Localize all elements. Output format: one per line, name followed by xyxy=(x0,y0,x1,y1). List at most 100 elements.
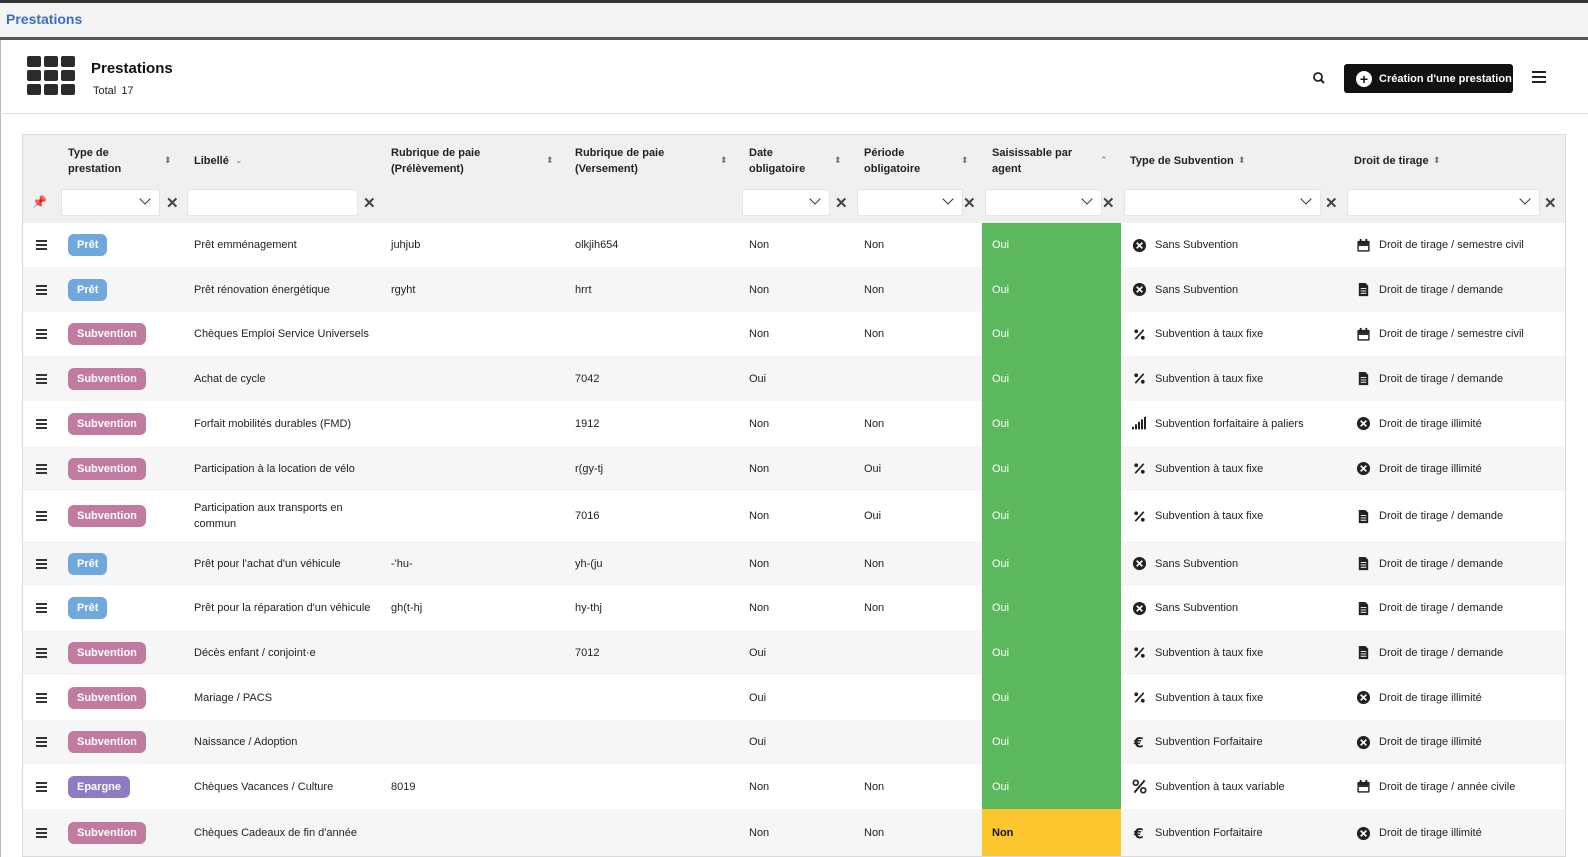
clear-filter-icon[interactable]: ✕ xyxy=(1325,194,1338,212)
drag-handle-icon[interactable] xyxy=(36,720,47,764)
rubrique-prelevement-cell: 8019 xyxy=(391,780,416,793)
date-obligatoire-cell: Oui xyxy=(749,691,767,704)
date-obligatoire-cell: Oui xyxy=(749,372,767,385)
column-header-date-obligatoire[interactable]: Date obligatoire xyxy=(749,145,829,177)
clear-filter-icon[interactable]: ✕ xyxy=(835,194,848,212)
type-badge: Prêt xyxy=(68,234,108,256)
table-row[interactable]: Subvention Forfait mobilités durables (FM… xyxy=(23,401,1565,446)
drag-handle-icon[interactable] xyxy=(36,312,47,356)
drag-handle-icon[interactable] xyxy=(36,223,47,267)
clear-filter-icon[interactable]: ✕ xyxy=(1544,194,1557,212)
saisissable-value: Oui xyxy=(992,239,1010,251)
drag-handle-icon[interactable] xyxy=(36,446,47,491)
saisissable-cell: Oui xyxy=(982,586,1121,630)
type-subvention-cell: Subvention à taux fixe xyxy=(1155,646,1264,659)
create-prestation-button[interactable]: + Création d'une prestation xyxy=(1344,64,1513,93)
hamburger-menu-button[interactable] xyxy=(1532,71,1546,83)
table-row[interactable]: Subvention Décès enfant / conjoint·e 7012 O… xyxy=(23,630,1565,675)
column-header-droit-tirage[interactable]: Droit de tirage xyxy=(1354,153,1429,169)
table-row[interactable]: Prêt Prêt rénovation énergétique rgyht hrrt… xyxy=(23,267,1565,312)
drag-handle-icon[interactable] xyxy=(36,491,47,541)
prestations-table: Type de prestation ⬍ Libellé ⌄ Rubrique … xyxy=(22,134,1566,857)
droit-tirage-cell: Droit de tirage illimité xyxy=(1379,417,1482,430)
clear-filter-icon[interactable]: ✕ xyxy=(166,194,179,212)
saisissable-cell: Oui xyxy=(982,267,1121,312)
column-header-rubrique-prelevement[interactable]: Rubrique de paie (Prélèvement) xyxy=(391,145,511,177)
file-icon xyxy=(1355,645,1371,661)
column-header-rubrique-versement[interactable]: Rubrique de paie (Versement) xyxy=(575,145,695,177)
sort-desc-icon[interactable]: ⌄ xyxy=(235,155,243,166)
table-row[interactable]: Prêt Prêt pour l'achat d'un véhicule -'hu-… xyxy=(23,541,1565,586)
table-row[interactable]: Prêt Prêt emménagement juhjub olkjih654 Non N… xyxy=(23,223,1565,267)
table-header-row: Type de prestation ⬍ Libellé ⌄ Rubrique … xyxy=(23,135,1565,187)
column-header-libelle[interactable]: Libellé xyxy=(194,153,229,169)
sort-icon[interactable]: ⬍ xyxy=(961,155,969,166)
drag-handle-icon[interactable] xyxy=(36,541,47,586)
filter-saisissable-select[interactable] xyxy=(985,189,1102,216)
times-circle-icon xyxy=(1131,556,1147,572)
periode-obligatoire-cell: Non xyxy=(864,602,885,614)
filter-type-subvention-select[interactable] xyxy=(1124,189,1321,216)
rubrique-versement-cell: hrrt xyxy=(575,283,592,296)
drag-handle-icon[interactable] xyxy=(36,764,47,809)
clear-filter-icon[interactable]: ✕ xyxy=(1102,194,1115,212)
table-row[interactable]: Subvention Participation aux transports e… xyxy=(23,491,1565,541)
type-badge: Prêt xyxy=(68,597,108,619)
column-header-type-subvention[interactable]: Type de Subvention xyxy=(1130,153,1234,169)
clear-filter-icon[interactable]: ✕ xyxy=(963,194,976,212)
table-row[interactable]: Subvention Chèques Emploi Service Univers… xyxy=(23,312,1565,356)
rubrique-versement-cell: hy-thj xyxy=(575,602,602,614)
sort-icon[interactable]: ⬍ xyxy=(720,155,728,166)
saisissable-value: Oui xyxy=(992,417,1010,430)
sort-icon[interactable]: ⬍ xyxy=(1433,155,1441,166)
table-row[interactable]: Epargne Chèques Vacances / Culture 8019 Non… xyxy=(23,764,1565,809)
search-button[interactable] xyxy=(1308,67,1330,89)
total-count: Total 17 xyxy=(93,85,134,97)
svg-text:€: € xyxy=(1132,735,1143,749)
drag-handle-icon[interactable] xyxy=(36,630,47,675)
sort-asc-icon[interactable]: ⌃ xyxy=(1100,155,1108,166)
filter-periode-select[interactable] xyxy=(857,189,963,216)
type-badge: Subvention xyxy=(68,822,146,844)
drag-handle-icon[interactable] xyxy=(36,809,47,856)
column-header-periode-obligatoire[interactable]: Période obligatoire xyxy=(864,145,944,177)
libelle-cell: Prêt rénovation énergétique xyxy=(194,283,330,296)
saisissable-value: Oui xyxy=(992,372,1010,385)
type-subvention-cell: Subvention à taux variable xyxy=(1155,780,1285,793)
drag-handle-icon[interactable] xyxy=(36,675,47,720)
sort-icon[interactable]: ⬍ xyxy=(1238,155,1246,166)
droit-tirage-cell: Droit de tirage illimité xyxy=(1379,462,1482,475)
filter-droit-tirage-select[interactable] xyxy=(1347,189,1540,216)
drag-handle-icon[interactable] xyxy=(36,401,47,446)
chevron-down-icon xyxy=(1519,193,1531,205)
drag-handle-icon[interactable] xyxy=(36,356,47,401)
filter-libelle-input[interactable] xyxy=(187,189,358,216)
date-obligatoire-cell: Oui xyxy=(749,646,767,659)
saisissable-value: Oui xyxy=(992,691,1010,704)
type-subvention-cell: Subvention à taux fixe xyxy=(1155,510,1264,522)
table-row[interactable]: Subvention Naissance / Adoption Oui Oui € Sub… xyxy=(23,720,1565,764)
table-row[interactable]: Subvention Mariage / PACS Oui Oui Subvention… xyxy=(23,675,1565,720)
table-row[interactable]: Prêt Prêt pour la réparation d'un véhicul… xyxy=(23,586,1565,630)
filter-date-select[interactable] xyxy=(742,189,830,216)
calendar-icon xyxy=(1355,237,1371,253)
calendar-icon xyxy=(1355,326,1371,342)
filter-row: 📌 ✕ ✕ ✕ ✕ ✕ ✕ ✕ xyxy=(23,187,1565,223)
times-circle-icon xyxy=(1355,690,1371,706)
apps-grid-icon[interactable] xyxy=(27,56,77,100)
drag-handle-icon[interactable] xyxy=(36,267,47,312)
droit-tirage-cell: Droit de tirage / semestre civil xyxy=(1379,239,1524,251)
pin-icon[interactable]: 📌 xyxy=(32,195,47,209)
saisissable-value: Oui xyxy=(992,780,1010,793)
clear-filter-icon[interactable]: ✕ xyxy=(363,194,376,212)
column-header-type[interactable]: Type de prestation xyxy=(68,145,158,177)
column-header-saisissable[interactable]: Saisissable par agent xyxy=(992,145,1092,177)
table-row[interactable]: Subvention Participation à la location de… xyxy=(23,446,1565,491)
table-row[interactable]: Subvention Achat de cycle 7042 Oui Oui Subven… xyxy=(23,356,1565,401)
sort-icon[interactable]: ⬍ xyxy=(164,155,172,166)
drag-handle-icon[interactable] xyxy=(36,586,47,630)
sort-icon[interactable]: ⬍ xyxy=(546,155,554,166)
table-row[interactable]: Subvention Chèques Cadeaux de fin d'année… xyxy=(23,809,1565,856)
filter-type-select[interactable] xyxy=(61,189,160,216)
sort-icon[interactable]: ⬍ xyxy=(834,155,842,166)
